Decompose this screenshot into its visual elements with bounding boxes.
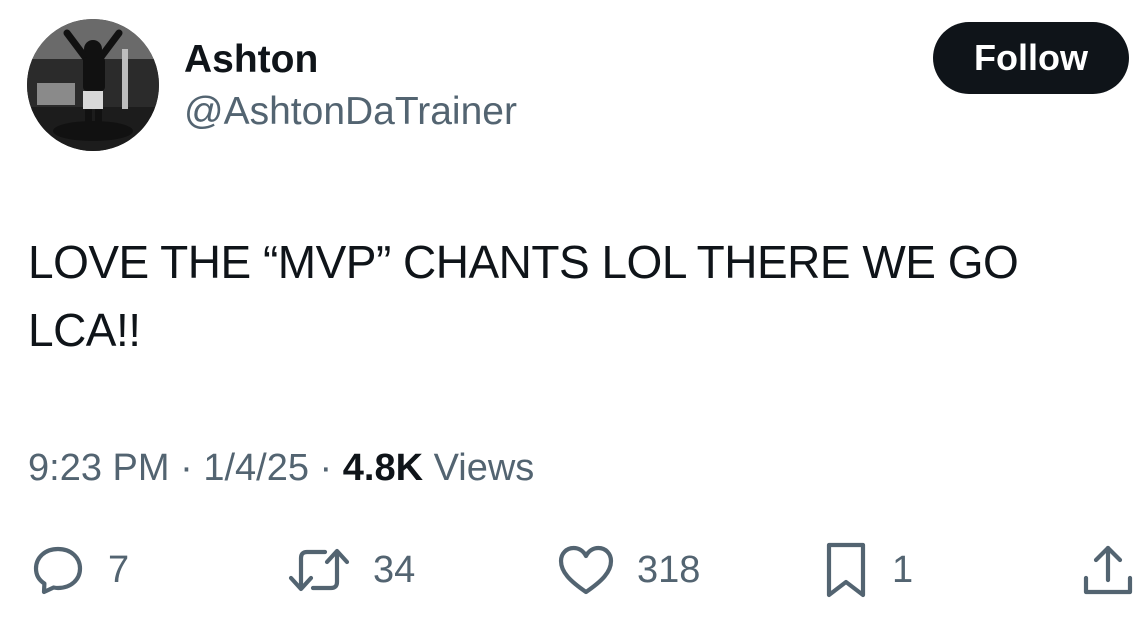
tweet-date[interactable]: 1/4/25 [203,447,309,489]
bookmark-icon [820,540,872,600]
reply-button[interactable]: 7 [28,540,129,600]
bookmark-button[interactable]: 1 [820,540,913,600]
like-count: 318 [637,549,701,591]
tweet-text-line: LCA!! [28,304,141,356]
meta-separator: · [180,447,193,489]
author-handle[interactable]: @AshtonDaTrainer [184,88,517,136]
like-button[interactable]: 318 [555,540,700,600]
author-display-name[interactable]: Ashton [184,36,318,84]
repost-button[interactable]: 34 [285,540,415,600]
repost-icon [285,540,353,600]
views-label: Views [433,447,535,489]
tweet-time[interactable]: 9:23 PM [28,447,170,489]
tweet-text-line: LOVE THE “MVP” CHANTS LOL THERE WE GO [28,236,1019,288]
repost-count: 34 [373,549,416,591]
reply-icon [28,540,88,600]
follow-button[interactable]: Follow [933,22,1129,94]
reply-count: 7 [108,549,130,591]
tweet-meta: 9:23 PM · 1/4/25 · 4.8K Views [28,444,534,492]
share-button[interactable] [1078,540,1138,600]
tweet-text: LOVE THE “MVP” CHANTS LOL THERE WE GO LC… [28,228,1118,364]
heart-icon [555,540,617,600]
share-icon [1078,540,1138,600]
meta-separator: · [319,447,333,489]
views-count: 4.8K [342,447,424,489]
bookmark-count: 1 [892,549,914,591]
avatar[interactable] [27,19,159,151]
